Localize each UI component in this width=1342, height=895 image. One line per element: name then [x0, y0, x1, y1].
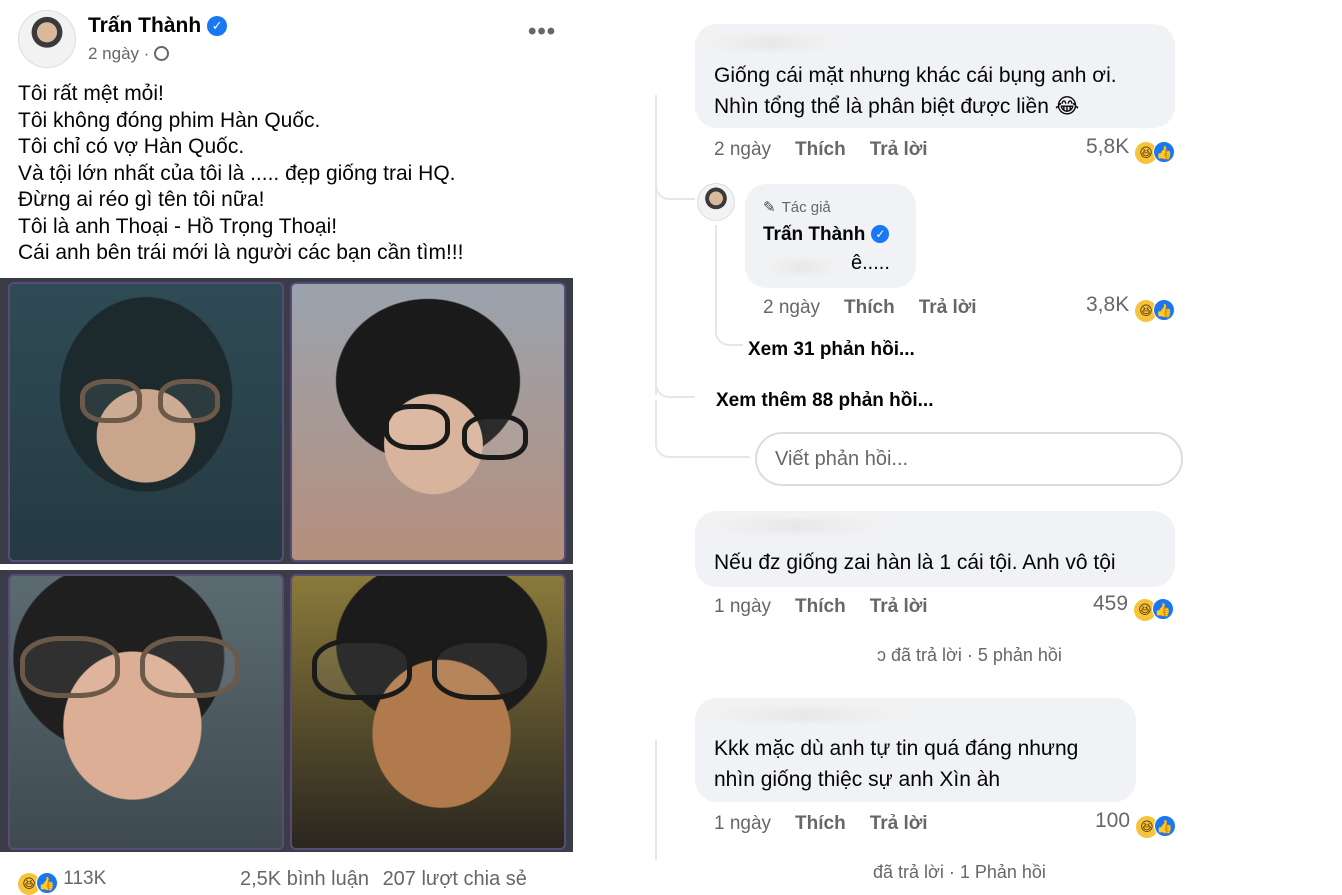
verified-badge-icon: ✓	[207, 16, 228, 36]
reaction-count[interactable]: 113K	[63, 868, 106, 889]
post-meta: 2 ngày ·	[88, 44, 170, 64]
reply-placeholder: Viết phản hồi...	[775, 448, 909, 470]
comment-reactions[interactable]: 100 😆 👍	[1095, 809, 1176, 838]
reply-button[interactable]: Trả lời	[870, 139, 928, 160]
post-stats: 2,5K bình luận 207 lượt chia sẻ	[240, 868, 527, 891]
reply-author[interactable]: Trấn Thành ✓	[763, 224, 890, 246]
post-reactions[interactable]: 😆 👍 113K	[18, 868, 106, 895]
redacted-name	[763, 260, 841, 274]
reply-reactions[interactable]: 3,8K 😆 👍	[1086, 293, 1176, 322]
author-tag-label: Tác giả	[781, 199, 831, 216]
thread-connector	[715, 320, 743, 346]
comment-actions: 1 ngày Thích Trả lời	[714, 596, 928, 618]
reply-button[interactable]: Trả lời	[870, 596, 928, 617]
author-tag: ✎ Tác giả	[763, 198, 831, 216]
post-photo-grid[interactable]	[0, 278, 573, 852]
like-reaction-icon: 👍	[1153, 815, 1176, 837]
replies-summary-count: · 1 Phản hồi	[948, 862, 1046, 882]
verified-badge-icon: ✓	[871, 225, 890, 243]
comment-text: Kkk mặc dù anh tự tin quá đáng nhưng nhì…	[714, 737, 1079, 791]
comment-time[interactable]: 1 ngày	[714, 596, 771, 617]
comment-actions: 2 ngày Thích Trả lời	[714, 139, 928, 161]
redacted-name	[701, 519, 891, 533]
view-replies-link[interactable]: Xem 31 phản hồi...	[748, 339, 915, 361]
like-button[interactable]: Thích	[795, 813, 846, 834]
meta-separator: ·	[143, 44, 150, 63]
reply-input[interactable]: Viết phản hồi...	[755, 432, 1183, 486]
comment-bubble: Giống cái mặt nhưng khác cái bụng anh ơi…	[695, 24, 1175, 128]
like-button[interactable]: Thích	[844, 297, 895, 318]
reply-bubble: ✎ Tác giả Trấn Thành ✓ ê.....	[745, 184, 916, 288]
like-reaction-icon: 👍	[36, 872, 58, 894]
comment-bubble: Nếu đz giống zai hàn là 1 cái tội. Anh v…	[695, 511, 1175, 587]
reply-actions: 2 ngày Thích Trả lời	[763, 297, 977, 319]
comment-bubble: Kkk mặc dù anh tự tin quá đáng nhưng nhì…	[695, 698, 1136, 802]
comment-actions: 1 ngày Thích Trả lời	[714, 813, 928, 835]
photo-top-right[interactable]	[290, 282, 566, 562]
replies-summary-who: đã trả lời	[873, 862, 944, 882]
comment-text: Giống cái mặt nhưng khác cái bụng anh ơi…	[714, 64, 1117, 118]
thread-connector	[655, 380, 695, 398]
comment-reactions[interactable]: 5,8K 😆 👍	[1086, 135, 1176, 164]
photo-divider	[0, 564, 573, 570]
pen-icon: ✎	[763, 199, 776, 216]
reply-button[interactable]: Trả lời	[919, 297, 977, 318]
photo-bottom-right[interactable]	[290, 574, 566, 850]
view-more-replies-link[interactable]: Xem thêm 88 phản hồi...	[716, 390, 934, 412]
thread-line	[655, 95, 657, 395]
post-author-name[interactable]: Trấn Thành	[88, 14, 201, 37]
reaction-count: 459	[1093, 592, 1129, 615]
author-avatar-small[interactable]	[697, 183, 735, 221]
like-reaction-icon: 👍	[1151, 598, 1174, 620]
reaction-count: 3,8K	[1086, 293, 1130, 316]
reply-author-name[interactable]: Trấn Thành	[763, 224, 865, 245]
replies-summary-who: ɔ đã trả lời	[877, 645, 962, 665]
reaction-count: 5,8K	[1086, 135, 1130, 158]
photo-top-left[interactable]	[8, 282, 284, 562]
comment-time[interactable]: 1 ngày	[714, 813, 771, 834]
photo-bottom-left[interactable]	[8, 574, 284, 850]
post-author[interactable]: Trấn Thành ✓	[88, 14, 228, 38]
comment-count[interactable]: 2,5K bình luận	[240, 868, 369, 890]
redacted-name	[701, 36, 841, 50]
post-text: Tôi rất mệt mỏi! Tôi không đóng phim Hàn…	[18, 82, 464, 264]
like-reaction-icon: 👍	[1153, 299, 1176, 321]
replies-summary[interactable]: ɔ đã trả lời · 5 phản hồi	[877, 645, 1062, 666]
like-button[interactable]: Thích	[795, 596, 846, 617]
reply-time[interactable]: 2 ngày	[763, 297, 820, 318]
thread-connector	[655, 170, 695, 200]
reply-text: ê.....	[851, 252, 890, 274]
redacted-name	[701, 708, 911, 722]
thread-line	[715, 225, 717, 335]
author-avatar[interactable]	[18, 10, 76, 68]
share-count[interactable]: 207 lượt chia sẻ	[383, 868, 527, 890]
replies-summary-count: · 5 phản hồi	[966, 645, 1062, 665]
reply-button[interactable]: Trả lời	[870, 813, 928, 834]
comment-text: Nếu đz giống zai hàn là 1 cái tội. Anh v…	[714, 551, 1116, 574]
replies-summary[interactable]: đã trả lời · 1 Phản hồi	[873, 862, 1046, 883]
like-button[interactable]: Thích	[795, 139, 846, 160]
comment-time[interactable]: 2 ngày	[714, 139, 771, 160]
thread-line	[655, 740, 657, 860]
reaction-count: 100	[1095, 809, 1131, 832]
more-options-icon[interactable]: •••	[528, 18, 556, 46]
comment-reactions[interactable]: 459 😆 👍	[1093, 592, 1174, 621]
globe-icon	[154, 46, 170, 61]
post-time[interactable]: 2 ngày	[88, 44, 139, 63]
like-reaction-icon: 👍	[1153, 141, 1176, 163]
